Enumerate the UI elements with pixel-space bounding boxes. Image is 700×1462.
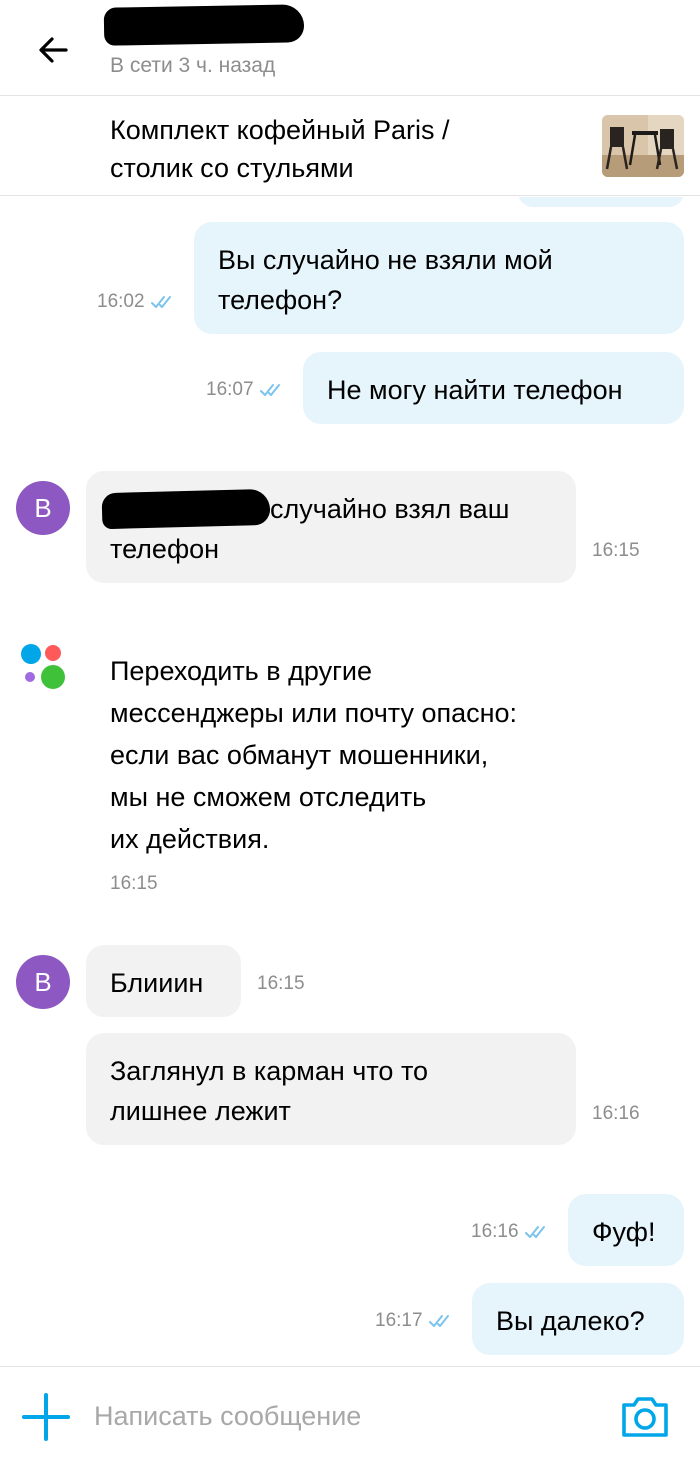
incoming-message[interactable]: Заглянул в карман что то лишнее лежит [86,1033,576,1145]
message-timestamp: 16:17 [375,1310,423,1331]
incoming-message[interactable]: Блииин [86,945,241,1017]
message-text: Блииин [110,968,204,998]
listing-title-line: Комплект кофейный Paris / [110,115,450,145]
message-text: Фуф! [592,1217,656,1247]
listing-title: Комплект кофейный Paris / столик со стул… [110,111,550,187]
outgoing-message[interactable]: Вы случайно не взяли мой телефон? [194,222,684,334]
avatar[interactable]: В [16,481,70,535]
avatar-initial: В [34,966,52,997]
chat-header: В сети 3 ч. назад [0,0,700,96]
message-text: Не могу найти телефон [327,375,623,405]
message-time: 16:02 [97,291,177,313]
system-notice: Переходить в другие мессенджеры или почт… [110,650,630,860]
message-time: 16:15 [110,873,158,895]
message-time: 16:15 [257,973,305,995]
message-text: телефон? [218,285,343,315]
notice-line: Переходить в другие [110,656,373,686]
listing-thumbnail[interactable] [602,115,684,177]
message-timestamp: 16:07 [206,379,254,400]
plus-icon [22,1393,70,1441]
message-list[interactable]: 16:02 Вы случайно не взяли мой телефон? … [0,197,700,1365]
notice-line: мы не сможем отследить [110,782,427,812]
message-text: Заглянул в карман что то [110,1056,429,1086]
outgoing-message[interactable]: Фуф! [568,1194,684,1266]
message-timestamp: 16:15 [592,540,640,561]
message-time: 16:16 [471,1221,551,1243]
back-button[interactable] [30,26,78,74]
camera-button[interactable] [620,1393,670,1439]
message-text: Вы случайно не взяли мой [218,245,553,275]
listing-bar[interactable]: Комплект кофейный Paris / столик со стул… [0,97,700,196]
outgoing-message[interactable]: Вы далеко? [472,1283,684,1355]
attach-button[interactable] [20,1391,72,1443]
outgoing-message[interactable]: Не могу найти телефон [303,352,684,424]
message-time: 16:17 [375,1310,455,1332]
message-timestamp: 16:02 [97,291,145,312]
notice-line: их действия. [110,824,270,854]
notice-line: если вас обманут мошенники, [110,740,489,770]
message-text: случайно взял ваш [270,494,510,524]
double-check-icon [428,1315,449,1327]
contact-status: В сети 3 ч. назад [110,54,276,77]
message-time: 16:15 [592,540,640,562]
double-check-icon [150,296,171,308]
redacted-text [101,488,271,530]
avatar[interactable]: В [16,955,70,1009]
message-timestamp: 16:16 [592,1103,640,1124]
message-timestamp: 16:15 [257,973,305,994]
camera-icon [622,1397,668,1437]
message-timestamp: 16:16 [471,1221,519,1242]
listing-title-line: столик со стульями [110,153,354,183]
message-text: телефон [110,534,220,564]
message-text: Вы далеко? [496,1306,645,1336]
message-time: 16:16 [592,1103,640,1125]
double-check-icon [259,384,280,396]
listing-photo [602,115,684,177]
contact-name-redacted [103,4,305,46]
message-text: лишнее лежит [110,1096,291,1126]
message-bubble-partial [518,197,684,207]
message-time: 16:07 [206,379,286,401]
double-check-icon [524,1226,545,1238]
avito-dots-icon [21,644,65,689]
incoming-message[interactable]: случайно взял ваш телефон [86,471,576,583]
message-input[interactable] [94,1393,574,1439]
notice-line: мессенджеры или почту опасно: [110,698,518,728]
message-timestamp: 16:15 [110,873,158,894]
avatar-initial: В [34,492,52,523]
arrow-left-icon [39,37,68,63]
message-text-row: случайно взял ваш [101,488,552,530]
message-composer [0,1366,700,1462]
